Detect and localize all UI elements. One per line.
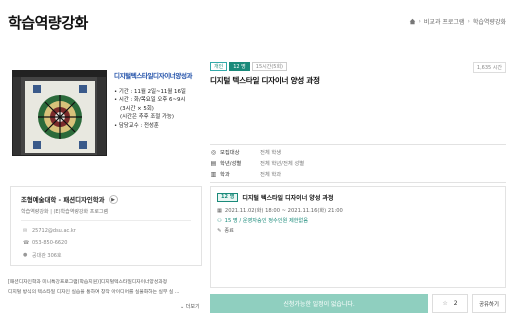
org-phone: ☎ 053-850-6620 xyxy=(23,240,67,246)
poster-info: • 기간 : 11월 2일~11월 16일 • 시간 : 화/목요일 오후 6~… xyxy=(114,88,186,130)
organization-card: 조형예술대학 - 패션디자인학과 ▶ 학습역량강화 | (E)학습역량강화 프로… xyxy=(10,186,202,266)
poster-info-line: (3시간 × 5회) xyxy=(120,105,154,112)
tag-hours: 15시간(5회) xyxy=(251,62,288,71)
like-button[interactable]: ☆ 2 xyxy=(432,294,468,313)
session-title: 디지털 텍스타일 디자이너 양성 과정 xyxy=(242,195,334,202)
divider xyxy=(21,220,191,221)
course-poster: 디지털텍스타일디자이너양성과 • 기간 : 11월 2일~11월 16일 • 시… xyxy=(10,66,202,158)
course-tags: 개인 12 명 15시간(5회) xyxy=(210,62,288,71)
location-text: 공대관 306호 xyxy=(32,253,62,259)
session-capacity-badge: 12 명 xyxy=(217,193,239,202)
session-capacity-text: 15 명 / 운영자승인 정수인원 제한없음 xyxy=(224,218,309,224)
mail-icon: ✉ xyxy=(23,227,28,234)
info-row-department: ▥ 학과 전체 학과 xyxy=(210,170,282,179)
session-capacity: ⚇ 15 명 / 운영자승인 정수인원 제한없음 xyxy=(217,217,309,225)
org-email: ✉ 25712@dsu.ac.kr xyxy=(23,228,76,234)
poster-image xyxy=(12,70,107,156)
info-key: 학년/성별 xyxy=(220,161,242,167)
edit-icon: ✎ xyxy=(217,227,222,234)
info-value: 전체 학생 xyxy=(260,150,282,156)
page-title: 학습역량강화 xyxy=(8,14,88,32)
share-button[interactable]: 공유하기 xyxy=(472,294,506,313)
session-header: 12 명 디지털 텍스타일 디자이너 양성 과정 xyxy=(217,193,333,202)
org-name: 조형예술대학 - 패션디자인학과 ▶ xyxy=(21,195,118,204)
location-icon: ● xyxy=(23,252,28,258)
breadcrumb-item[interactable]: 학습역량강화 xyxy=(473,17,506,26)
description-line: [패션디자인학과 미니특강프로그램(학습지원)]디지털텍스타일디자이너양성과정 xyxy=(8,280,168,285)
more-button[interactable]: ⌄ 더보기 xyxy=(180,303,200,310)
calendar-icon: ▦ xyxy=(217,207,222,214)
building-icon: ▥ xyxy=(210,170,217,178)
breadcrumb: › 비교과 프로그램 › 학습역량강화 xyxy=(409,17,506,26)
org-location: ● 공대관 306호 xyxy=(23,252,62,260)
session-card[interactable]: 12 명 디지털 텍스타일 디자이너 양성 과정 ▦ 2021.11.02(화)… xyxy=(210,186,506,288)
target-icon: ◎ xyxy=(210,148,217,156)
org-subtitle: 학습역량강화 | (E)학습역량강화 프로그램 xyxy=(21,209,109,215)
home-icon[interactable] xyxy=(409,18,416,25)
info-row-target: ◎ 모집대상 전체 학생 xyxy=(210,148,282,157)
session-status: ✎ 종료 xyxy=(217,227,234,235)
poster-info-line: • 기간 : 11월 2일~11월 16일 xyxy=(114,89,186,95)
info-row-grade: ▤ 학년/성별 전체 학년/전체 성별 xyxy=(210,159,305,168)
divider xyxy=(210,144,506,145)
poster-info-line: • 담당교수 : 전성훈 xyxy=(114,122,159,129)
divider xyxy=(210,182,506,183)
total-hours-badge: 1,635 시간 xyxy=(472,62,506,73)
breadcrumb-separator: › xyxy=(467,18,470,25)
chevron-right-icon[interactable]: ▶ xyxy=(108,195,118,204)
session-status-text: 종료 xyxy=(224,228,234,234)
poster-info-line: (시간은 추후 조절 가능) xyxy=(120,114,174,121)
star-icon: ☆ xyxy=(442,300,448,307)
poster-title: 디지털텍스타일디자이너양성과 xyxy=(114,72,193,80)
org-name-text: 조형예술대학 - 패션디자인학과 xyxy=(21,196,105,204)
info-value: 전체 학년/전체 성별 xyxy=(260,161,305,167)
phone-text: 053-850-6620 xyxy=(32,240,68,246)
session-date: ▦ 2021.11.02(화) 18:00 ~ 2021.11.16(화) 21… xyxy=(217,207,343,215)
poster-info-line: • 시간 : 화/목요일 오후 6~9시 xyxy=(114,97,186,104)
tag-individual: 개인 xyxy=(210,62,228,71)
apply-button[interactable]: 신청가능한 일정이 없습니다. xyxy=(210,294,428,313)
phone-icon: ☎ xyxy=(23,239,30,246)
tag-capacity: 12 명 xyxy=(229,62,250,71)
description-line: 디지털 방식의 텍스타일 디자인 실습을 통하여 창작 아이디어를 실물화하는 … xyxy=(8,290,180,295)
people-icon: ⚇ xyxy=(217,217,222,224)
like-count: 2 xyxy=(453,300,458,307)
breadcrumb-separator: › xyxy=(418,18,421,25)
course-description: [패션디자인학과 미니특강프로그램(학습지원)]디지털텍스타일디자이너양성과정 … xyxy=(8,278,204,298)
course-title: 디지털 텍스타일 디자이너 양성 과정 xyxy=(210,76,320,85)
info-key: 학과 xyxy=(220,172,230,178)
session-date-text: 2021.11.02(화) 18:00 ~ 2021.11.16(화) 21:0… xyxy=(224,208,343,214)
email-text: 25712@dsu.ac.kr xyxy=(32,228,76,234)
info-value: 전체 학과 xyxy=(260,172,282,178)
grade-icon: ▤ xyxy=(210,159,217,167)
breadcrumb-item[interactable]: 비교과 프로그램 xyxy=(424,17,465,26)
info-key: 모집대상 xyxy=(220,150,240,156)
